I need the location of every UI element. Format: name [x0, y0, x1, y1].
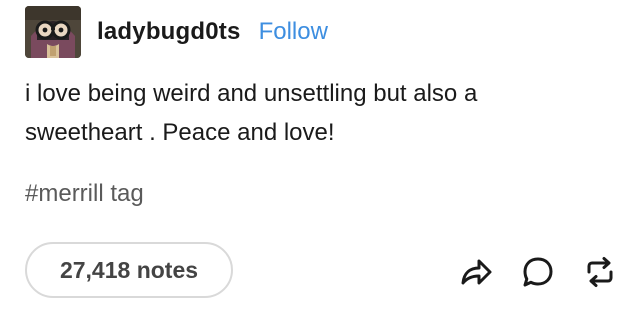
post-tag[interactable]: #merrill tag [25, 180, 144, 208]
post-body: i love being weird and unsettling but al… [25, 74, 625, 152]
reblog-icon [587, 257, 613, 287]
post-header: ladybugd0ts Follow [25, 6, 328, 58]
username[interactable]: ladybugd0ts [97, 18, 241, 46]
post-body-line: i love being weird and unsettling but al… [25, 80, 478, 107]
reblog-button[interactable] [580, 252, 620, 292]
share-button[interactable] [456, 252, 496, 292]
follow-button[interactable]: Follow [259, 18, 328, 46]
post-body-line: sweetheart . Peace and love! [25, 119, 335, 146]
share-icon [461, 259, 492, 285]
tumblr-post: ladybugd0ts Follow i love being weird an… [0, 0, 640, 325]
reply-button[interactable] [518, 252, 558, 292]
avatar[interactable] [25, 6, 81, 58]
avatar-image [25, 6, 81, 58]
notes-button[interactable]: 27,418 notes [25, 242, 233, 298]
reply-icon [523, 257, 553, 287]
post-actions [456, 250, 620, 294]
